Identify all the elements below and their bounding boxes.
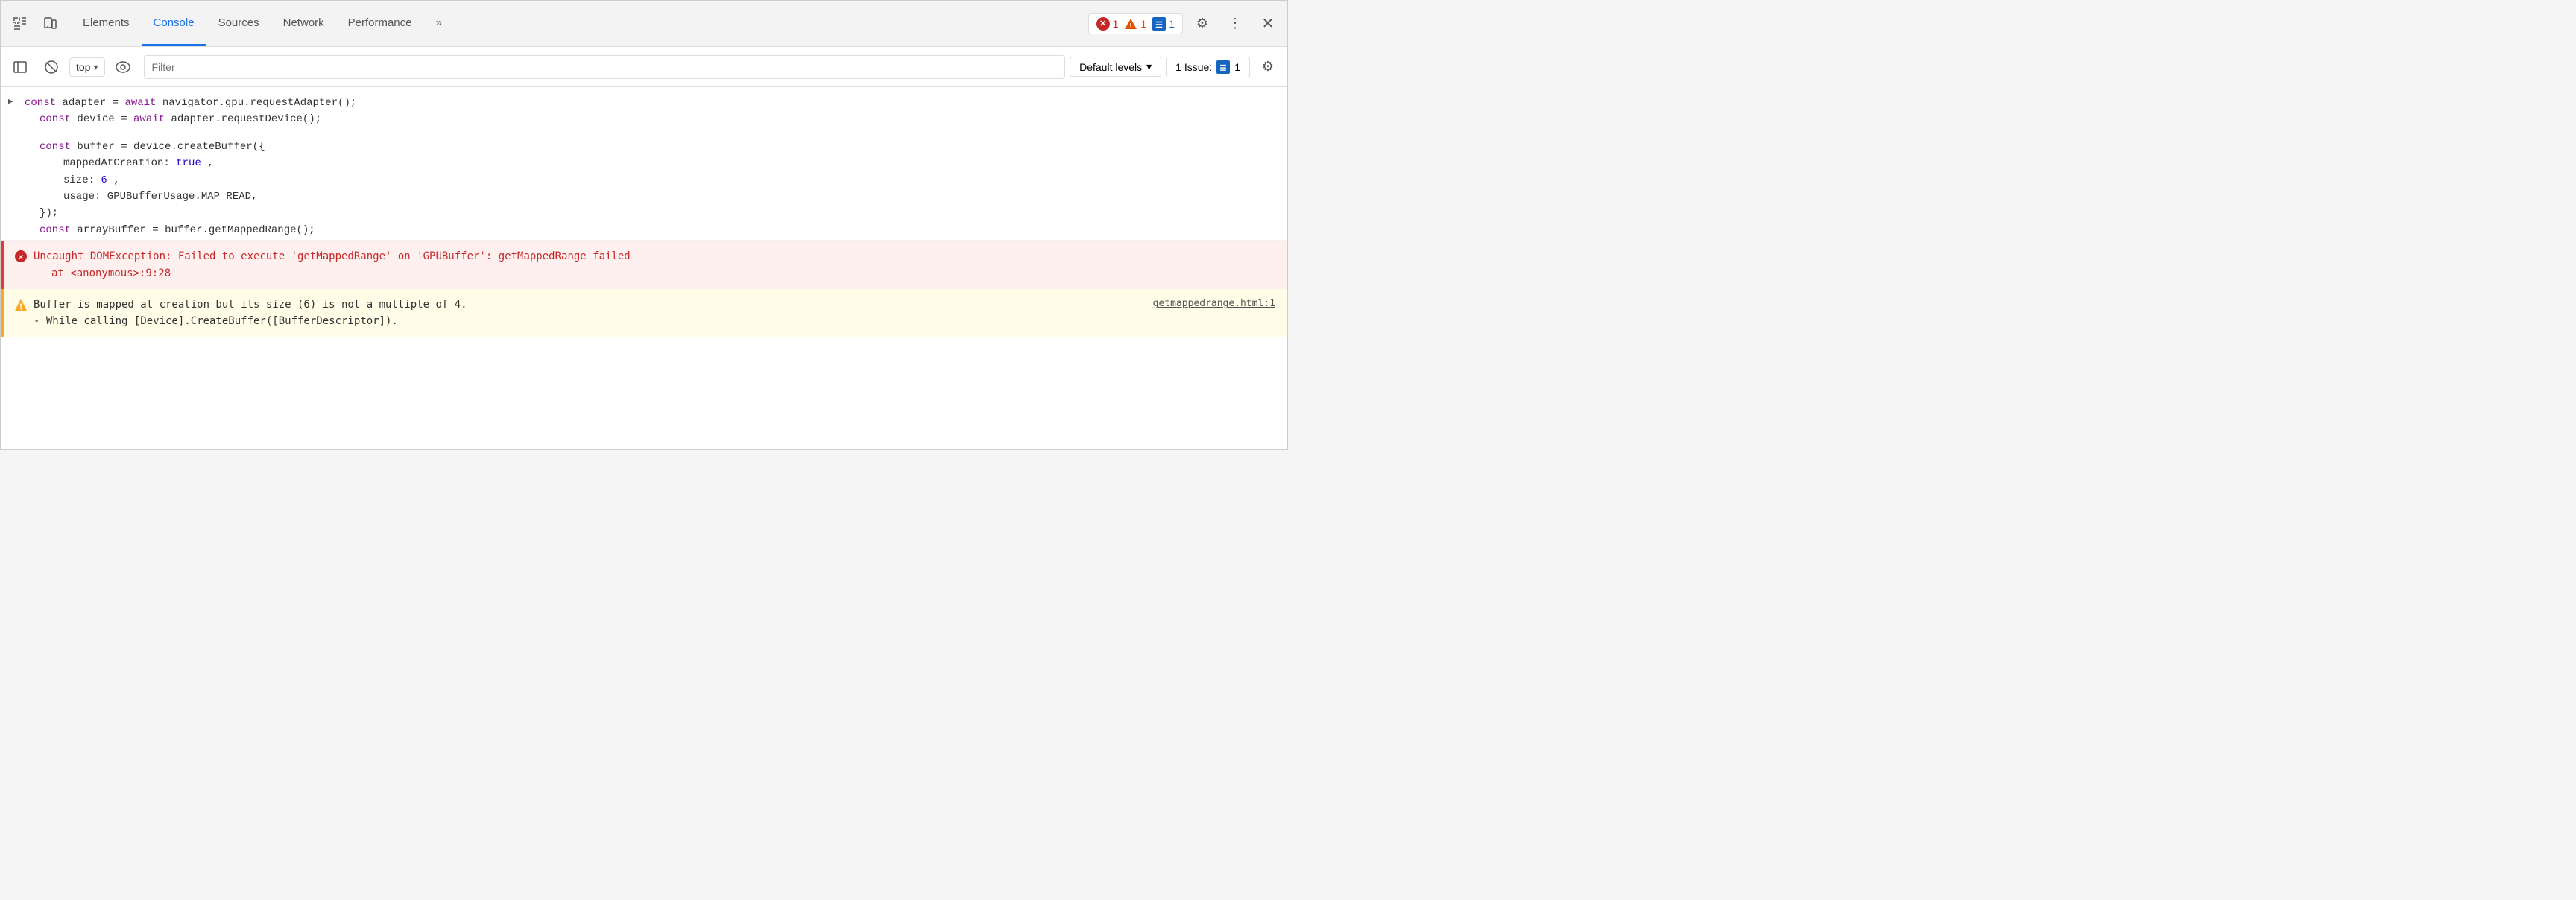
- svg-text:☰: ☰: [1220, 64, 1227, 72]
- device-toggle-button[interactable]: [37, 10, 63, 37]
- warning-triangle-icon: !: [1124, 17, 1137, 31]
- tab-performance[interactable]: Performance: [336, 1, 424, 46]
- tab-sources[interactable]: Sources: [206, 1, 271, 46]
- error-badge[interactable]: ✕ 1: [1096, 17, 1119, 31]
- tab-toolbar: Elements Console Sources Network Perform…: [1, 1, 1287, 47]
- filter-input[interactable]: [144, 55, 1066, 79]
- console-toolbar: top ▾ Default levels ▾ 1 Issue: ☰ 1 ⚙: [1, 47, 1287, 87]
- tab-network[interactable]: Network: [271, 1, 336, 46]
- code-blank-1: [25, 128, 1275, 139]
- code-line-7: });: [25, 205, 1275, 221]
- close-button[interactable]: ✕: [1254, 10, 1281, 37]
- error-icon: ✕: [14, 250, 28, 268]
- code-line-6: usage: GPUBufferUsage.MAP_READ,: [25, 188, 1275, 205]
- code-line-4: mappedAtCreation: true ,: [25, 155, 1275, 171]
- warning-sub-text: - While calling [Device].CreateBuffer([B…: [34, 313, 467, 329]
- svg-text:!: !: [19, 302, 24, 311]
- default-levels-button[interactable]: Default levels ▾: [1070, 57, 1161, 77]
- svg-text:☰: ☰: [1155, 21, 1163, 30]
- settings-button[interactable]: ⚙: [1189, 10, 1216, 37]
- issues-button[interactable]: 1 Issue: ☰ 1: [1166, 57, 1250, 77]
- devtools-panel: Elements Console Sources Network Perform…: [0, 0, 1288, 450]
- inspect-button[interactable]: [7, 10, 34, 37]
- tab-console[interactable]: Console: [142, 1, 206, 46]
- code-line-2: const device = await adapter.requestDevi…: [25, 111, 1275, 127]
- svg-text:✕: ✕: [18, 252, 23, 262]
- issues-info-icon: ☰: [1216, 60, 1230, 74]
- toolbar-right: ✕ 1 ! 1 ☰: [1088, 10, 1281, 37]
- error-main-text: Uncaught DOMException: Failed to execute…: [34, 248, 1275, 264]
- levels-chevron-icon: ▾: [1146, 60, 1152, 73]
- clear-console-button[interactable]: [38, 54, 65, 80]
- tab-more[interactable]: »: [424, 1, 454, 46]
- svg-text:!: !: [1130, 22, 1132, 31]
- warning-message: ! Buffer is mapped at creation but its s…: [1, 289, 1287, 338]
- context-selector[interactable]: top ▾: [69, 57, 105, 77]
- code-line-5: size: 6 ,: [25, 172, 1275, 188]
- code-entry: ▶ const adapter = await navigator.gpu.re…: [1, 87, 1287, 241]
- toolbar-left: [7, 10, 63, 37]
- sidebar-toggle-button[interactable]: [7, 54, 34, 80]
- info-square-icon: ☰: [1152, 17, 1166, 31]
- expand-arrow-icon[interactable]: ▶: [8, 96, 13, 110]
- eye-button[interactable]: [110, 54, 136, 80]
- badge-group: ✕ 1 ! 1 ☰: [1088, 13, 1183, 34]
- code-line-3: const buffer = device.createBuffer({: [25, 139, 1275, 155]
- warning-icon: !: [14, 298, 28, 317]
- tab-list: Elements Console Sources Network Perform…: [71, 1, 454, 46]
- error-circle-icon: ✕: [1096, 17, 1110, 31]
- error-message: ✕ Uncaught DOMException: Failed to execu…: [1, 241, 1287, 289]
- error-sub-text: at <anonymous>:9:28: [34, 265, 1275, 282]
- console-content: ▶ const adapter = await navigator.gpu.re…: [1, 87, 1287, 449]
- warning-text-block: Buffer is mapped at creation but its siz…: [34, 297, 467, 330]
- warning-source-link[interactable]: getmappedrange.html:1: [1153, 297, 1275, 312]
- warning-badge[interactable]: ! 1: [1124, 17, 1146, 31]
- more-options-button[interactable]: ⋮: [1222, 10, 1248, 37]
- code-line-8: const arrayBuffer = buffer.getMappedRang…: [25, 222, 1275, 238]
- info-badge[interactable]: ☰ 1: [1152, 17, 1175, 31]
- code-line-1: const adapter = await navigator.gpu.requ…: [25, 95, 1275, 111]
- tab-elements[interactable]: Elements: [71, 1, 142, 46]
- warning-main-text: Buffer is mapped at creation but its siz…: [34, 297, 467, 313]
- chevron-down-icon: ▾: [93, 62, 98, 72]
- console-settings-button[interactable]: ⚙: [1254, 54, 1281, 80]
